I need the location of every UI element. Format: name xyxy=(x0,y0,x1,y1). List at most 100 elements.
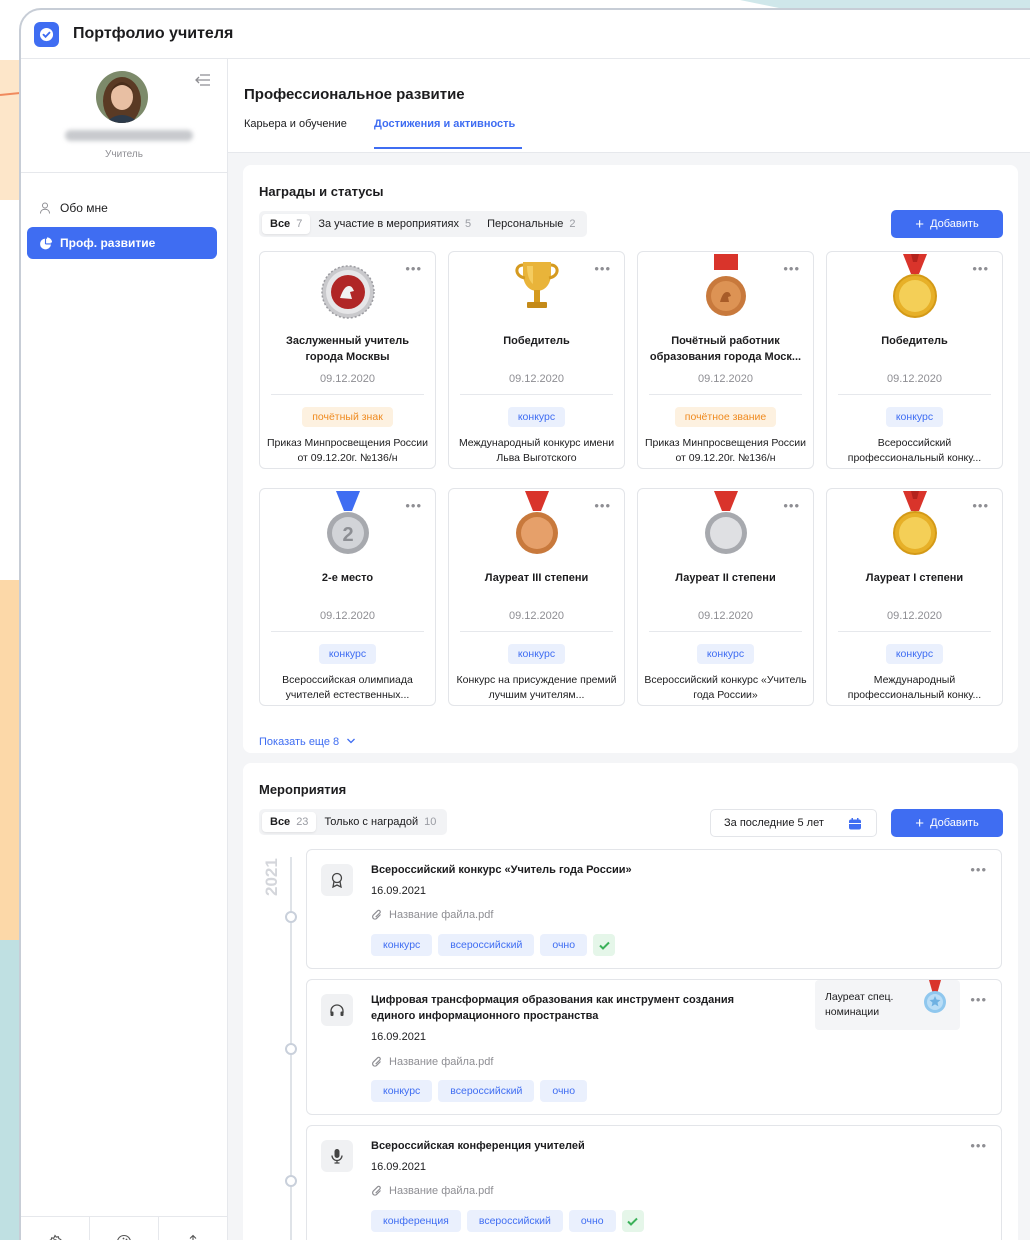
award-description: Приказ Минпросвещения России от 09.12.20… xyxy=(644,437,807,464)
more-options-button[interactable]: ••• xyxy=(405,261,422,276)
event-file[interactable]: Название файла.pdf xyxy=(371,909,493,921)
timeline-year: 2021 xyxy=(262,858,281,896)
timeline-dot xyxy=(285,1043,297,1055)
filter-personal[interactable]: Персональные 2 xyxy=(479,214,583,234)
more-options-button[interactable]: ••• xyxy=(970,992,987,1007)
award-card[interactable]: ••• Лауреат I степени 09.12.2020 конкурс Меж… xyxy=(826,488,1003,706)
award-card[interactable]: ••• Победитель 09.12.2020 конкурс Всероссийс… xyxy=(826,251,1003,469)
tag: конкурс xyxy=(371,1080,433,1102)
award-card[interactable]: ••• Заслуженный учитель города Москвы 09.1… xyxy=(259,251,436,469)
medal-icon xyxy=(515,262,559,308)
user-icon xyxy=(38,201,52,215)
event-award-label: Лауреат спец. номинации xyxy=(815,980,960,1030)
palette-icon xyxy=(117,1234,131,1240)
share-button[interactable] xyxy=(159,1217,227,1240)
medal-icon xyxy=(893,491,937,555)
sidebar: Учитель Обо мне Проф. развитие xyxy=(21,59,228,1240)
page-title: Профессиональное развитие xyxy=(244,86,465,103)
tag: конкурс xyxy=(371,934,433,956)
filter-events[interactable]: За участие в мероприятиях 5 xyxy=(310,214,479,234)
tag: очно xyxy=(540,934,588,956)
filter-with-award[interactable]: Только с наградой 10 xyxy=(316,812,444,832)
event-title: Всероссийская конференция учителей xyxy=(371,1140,585,1152)
divider xyxy=(460,631,613,632)
award-icon xyxy=(321,864,353,896)
event-card[interactable]: Всероссийский конкурс «Учитель года Росс… xyxy=(306,849,1002,969)
calendar-icon xyxy=(848,817,862,834)
more-options-button[interactable]: ••• xyxy=(972,498,989,513)
award-date: 09.12.2020 xyxy=(319,373,376,385)
active-tab-indicator xyxy=(374,147,522,149)
award-description: Международный профессиональный конку... xyxy=(847,674,982,701)
events-title: Мероприятия xyxy=(259,782,347,797)
more-options-button[interactable]: ••• xyxy=(405,498,422,513)
show-more-link[interactable]: Показать еще 8 xyxy=(259,736,356,748)
settings-icon xyxy=(48,1233,62,1240)
verified-check-icon xyxy=(621,1210,644,1232)
more-options-button[interactable]: ••• xyxy=(970,1138,987,1153)
award-card[interactable]: ••• Победитель 09.12.2020 конкурс Международ… xyxy=(448,251,625,469)
event-date: 16.09.2021 xyxy=(371,885,427,897)
medal-icon xyxy=(705,491,747,554)
event-card[interactable]: Всероссийская конференция учителей 16.09… xyxy=(306,1125,1002,1240)
event-title: Цифровая трансформация образования как и… xyxy=(371,994,735,1022)
paperclip-icon xyxy=(372,909,381,920)
avatar[interactable] xyxy=(96,71,148,123)
filter-all[interactable]: Все 7 xyxy=(262,214,311,234)
award-name: Победитель xyxy=(503,335,570,347)
sidebar-item-about[interactable]: Обо мне xyxy=(27,192,217,224)
theme-button[interactable] xyxy=(90,1217,159,1240)
add-event-button[interactable]: + Добавить xyxy=(891,809,1003,837)
more-options-button[interactable]: ••• xyxy=(594,261,611,276)
microphone-icon xyxy=(321,1140,353,1172)
award-name: Лауреат III степени xyxy=(484,572,589,584)
more-options-button[interactable]: ••• xyxy=(970,862,987,877)
award-type-badge: конкурс xyxy=(507,407,566,427)
user-role: Учитель xyxy=(105,149,143,160)
award-card[interactable]: ••• Лауреат III степени 09.12.2020 конкурс К… xyxy=(448,488,625,706)
award-card[interactable]: ••• Лауреат II степени 09.12.2020 конкурс Вс… xyxy=(637,488,814,706)
medal-icon xyxy=(706,254,746,316)
tag: очно xyxy=(540,1080,588,1102)
svg-text:2: 2 xyxy=(342,524,353,546)
awards-title: Награды и статусы xyxy=(259,184,384,199)
awards-filter: Все 7 За участие в мероприятиях 5 Персонал… xyxy=(259,211,587,237)
award-date: 09.12.2020 xyxy=(697,373,754,385)
award-name: Заслуженный учитель города Москвы xyxy=(285,335,409,363)
award-type-badge: почётный знак xyxy=(302,407,393,427)
collapse-sidebar-icon[interactable] xyxy=(195,73,211,91)
tab-career[interactable]: Карьера и обучение xyxy=(244,118,347,130)
award-type-badge: конкурс xyxy=(885,407,944,427)
award-card[interactable]: 2 ••• 2-е место 09.12.2020 конкурс Всероссийс… xyxy=(259,488,436,706)
divider xyxy=(838,394,991,395)
medal-icon xyxy=(893,254,937,318)
award-description: Всероссийская олимпиада учителей естеств… xyxy=(282,674,413,701)
period-select[interactable]: За последние 5 лет xyxy=(710,809,877,837)
event-file[interactable]: Название файла.pdf xyxy=(371,1185,493,1197)
sidebar-footer xyxy=(21,1216,227,1240)
award-type-badge: конкурс xyxy=(318,644,377,664)
tag: очно xyxy=(568,1210,616,1232)
more-options-button[interactable]: ••• xyxy=(972,261,989,276)
event-file[interactable]: Название файла.pdf xyxy=(371,1056,493,1068)
page-header: Профессиональное развитие Карьера и обуч… xyxy=(228,59,1030,153)
tag: всероссийский xyxy=(438,934,535,956)
medal-icon: 2 xyxy=(327,491,369,554)
more-options-button[interactable]: ••• xyxy=(594,498,611,513)
title-bar: Портфолио учителя xyxy=(21,10,1030,59)
tab-achievements[interactable]: Достижения и активность xyxy=(374,118,515,130)
share-icon xyxy=(187,1234,199,1240)
settings-button[interactable] xyxy=(21,1217,90,1240)
pie-chart-icon xyxy=(38,236,52,250)
more-options-button[interactable]: ••• xyxy=(783,498,800,513)
award-card[interactable]: ••• Почётный работник образования города … xyxy=(637,251,814,469)
award-name: Лауреат I степени xyxy=(865,572,964,584)
award-date: 09.12.2020 xyxy=(886,610,943,622)
sidebar-item-prof-development[interactable]: Проф. развитие xyxy=(27,227,217,259)
event-tags: конференция всероссийский очно xyxy=(371,1210,644,1232)
event-card[interactable]: Цифровая трансформация образования как и… xyxy=(306,979,1002,1115)
filter-all-events[interactable]: Все 23 xyxy=(262,812,317,832)
more-options-button[interactable]: ••• xyxy=(783,261,800,276)
plus-icon: + xyxy=(915,215,925,233)
add-award-button[interactable]: + Добавить xyxy=(891,210,1003,238)
